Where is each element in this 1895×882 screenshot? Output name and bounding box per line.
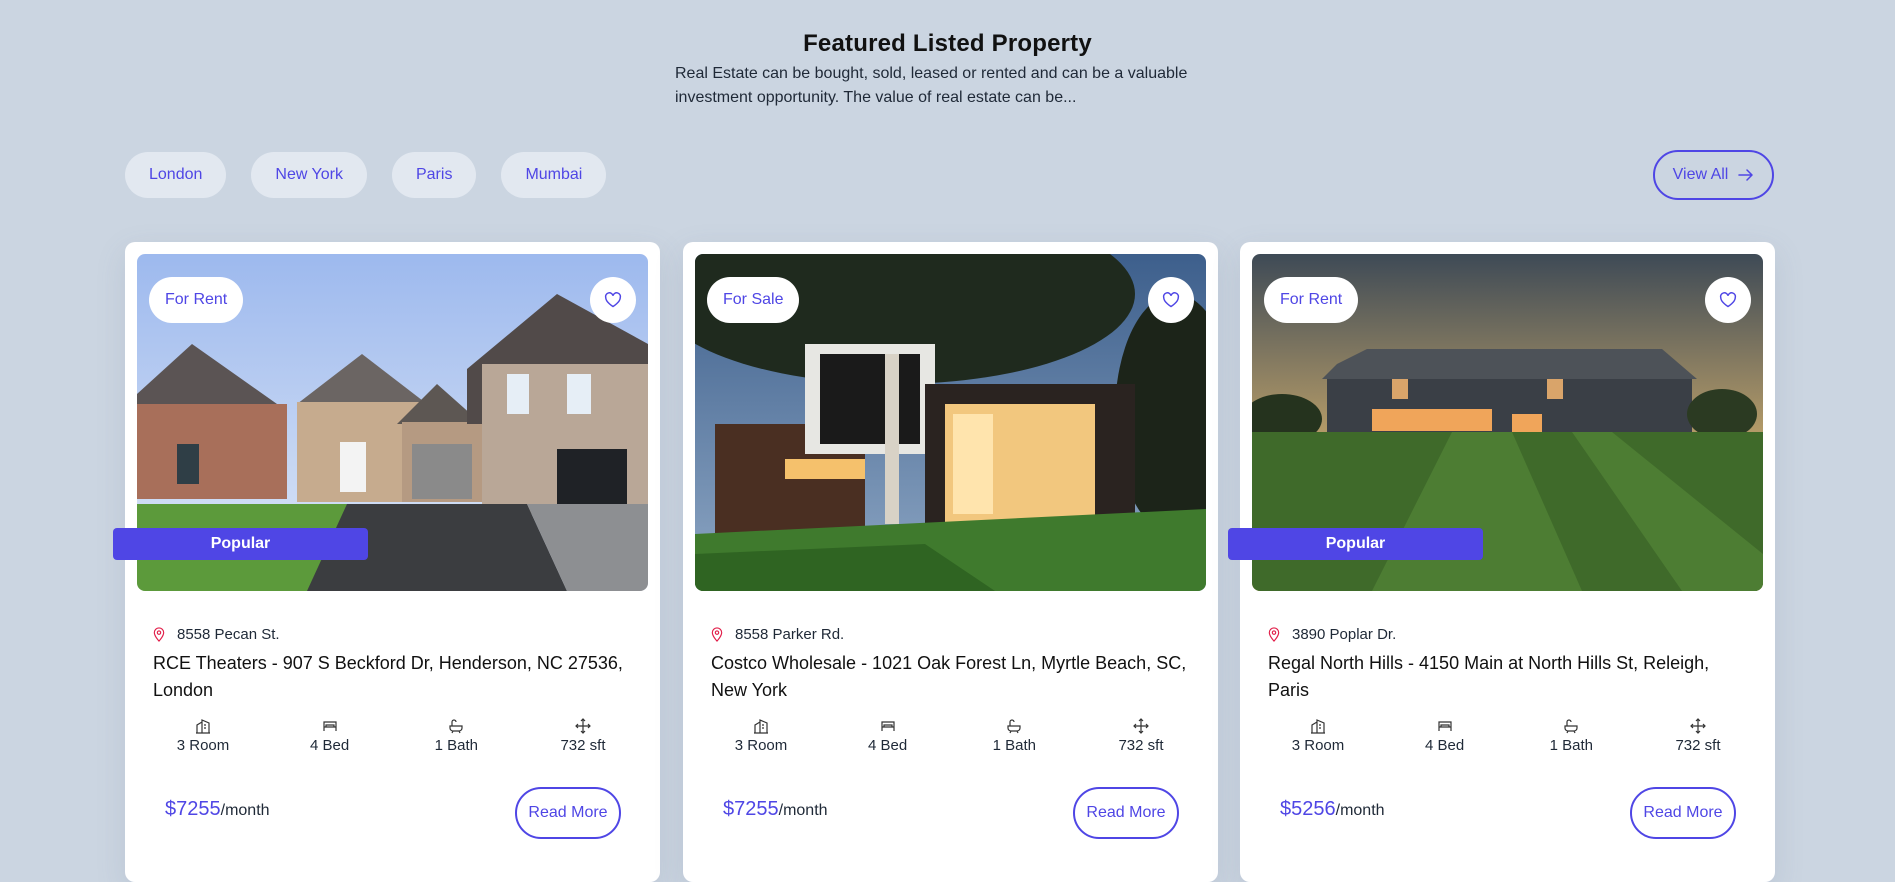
- property-card[interactable]: For Rent Popular 8558 Pecan St. RCE Thea…: [113, 242, 660, 882]
- spec-rooms: 3 Room: [157, 718, 249, 754]
- read-more-button[interactable]: Read More: [1630, 787, 1736, 839]
- map-pin-icon: [1268, 627, 1280, 642]
- map-pin-icon: [153, 627, 165, 642]
- price-amount: $5256: [1280, 798, 1336, 820]
- address-text: 8558 Pecan St.: [177, 626, 280, 643]
- property-price: $7255/month: [723, 798, 828, 821]
- area-text: 732 sft: [560, 737, 606, 754]
- address-text: 8558 Parker Rd.: [735, 626, 845, 643]
- status-tag: For Rent: [149, 277, 244, 323]
- filter-london[interactable]: London: [125, 152, 227, 198]
- bed-icon: [323, 721, 337, 731]
- property-specs: 3 Room 4 Bed 1 Bath 732 sft: [157, 718, 629, 754]
- section-subtitle: Real Estate can be bought, sold, leased …: [675, 65, 1188, 106]
- filter-new-york[interactable]: New York: [251, 152, 367, 198]
- rooms-text: 3 Room: [734, 737, 788, 754]
- move-arrows-icon: [1133, 718, 1149, 734]
- property-specs: 3 Room 4 Bed 1 Bath 732 sft: [715, 718, 1187, 754]
- view-all-button[interactable]: View All: [1653, 150, 1774, 200]
- spec-baths: 1 Bath: [410, 718, 502, 754]
- spec-beds: 4 Bed: [1399, 718, 1491, 754]
- read-more-button[interactable]: Read More: [1073, 787, 1179, 839]
- section-title: Featured Listed Property: [803, 30, 1092, 57]
- map-pin-icon: [711, 627, 723, 642]
- spec-beds: 4 Bed: [284, 718, 376, 754]
- bed-icon: [1438, 721, 1452, 731]
- favorite-button[interactable]: [1148, 277, 1194, 323]
- filter-paris[interactable]: Paris: [391, 152, 477, 198]
- building-icon: [196, 719, 210, 734]
- bed-icon: [881, 721, 895, 731]
- spec-area: 732 sft: [1652, 718, 1744, 754]
- arrow-right-icon: [1738, 169, 1754, 181]
- status-tag: For Sale: [707, 277, 800, 323]
- bathtub-icon: [1564, 719, 1578, 734]
- bathtub-icon: [1007, 719, 1021, 734]
- spec-beds: 4 Bed: [842, 718, 934, 754]
- property-address: 8558 Parker Rd.: [711, 626, 844, 643]
- area-text: 732 sft: [1675, 737, 1721, 754]
- heart-icon: [1719, 292, 1737, 308]
- property-card[interactable]: For Sale 8558 Parker Rd. Costco Wholesal…: [683, 242, 1218, 882]
- filter-mumbai[interactable]: Mumbai: [501, 152, 607, 198]
- city-filters: London New York Paris Mumbai: [125, 152, 607, 198]
- property-address: 8558 Pecan St.: [153, 626, 280, 643]
- spec-rooms: 3 Room: [715, 718, 807, 754]
- bathtub-icon: [449, 719, 463, 734]
- baths-text: 1 Bath: [434, 737, 478, 754]
- price-period: /month: [220, 802, 270, 819]
- section-header: Featured Listed Property Real Estate can…: [0, 30, 1895, 106]
- property-specs: 3 Room 4 Bed 1 Bath 732 sft: [1272, 718, 1744, 754]
- heart-icon: [1162, 292, 1180, 308]
- read-more-button[interactable]: Read More: [515, 787, 621, 839]
- beds-text: 4 Bed: [868, 737, 908, 754]
- beds-text: 4 Bed: [1425, 737, 1465, 754]
- popular-badge: Popular: [113, 528, 368, 560]
- move-arrows-icon: [1690, 718, 1706, 734]
- price-period: /month: [778, 802, 828, 819]
- spec-baths: 1 Bath: [1525, 718, 1617, 754]
- baths-text: 1 Bath: [1549, 737, 1593, 754]
- property-card[interactable]: For Rent Popular 3890 Poplar Dr. Regal N…: [1228, 242, 1775, 882]
- address-text: 3890 Poplar Dr.: [1292, 626, 1397, 643]
- spec-area: 732 sft: [1095, 718, 1187, 754]
- beds-text: 4 Bed: [310, 737, 350, 754]
- price-amount: $7255: [165, 798, 221, 820]
- move-arrows-icon: [575, 718, 591, 734]
- spec-rooms: 3 Room: [1272, 718, 1364, 754]
- rooms-text: 3 Room: [1291, 737, 1345, 754]
- property-name[interactable]: Regal North Hills - 4150 Main at North H…: [1268, 650, 1748, 704]
- status-tag: For Rent: [1264, 277, 1359, 323]
- popular-badge: Popular: [1228, 528, 1483, 560]
- spec-baths: 1 Bath: [968, 718, 1060, 754]
- heart-icon: [604, 292, 622, 308]
- price-amount: $7255: [723, 798, 779, 820]
- building-icon: [754, 719, 768, 734]
- spec-area: 732 sft: [537, 718, 629, 754]
- baths-text: 1 Bath: [992, 737, 1036, 754]
- property-price: $7255/month: [165, 798, 270, 821]
- favorite-button[interactable]: [1705, 277, 1751, 323]
- rooms-text: 3 Room: [176, 737, 230, 754]
- property-name[interactable]: RCE Theaters - 907 S Beckford Dr, Hender…: [153, 650, 633, 704]
- favorite-button[interactable]: [590, 277, 636, 323]
- price-period: /month: [1335, 802, 1385, 819]
- view-all-label: View All: [1672, 166, 1729, 183]
- building-icon: [1311, 719, 1325, 734]
- property-name[interactable]: Costco Wholesale - 1021 Oak Forest Ln, M…: [711, 650, 1191, 704]
- property-price: $5256/month: [1280, 798, 1385, 821]
- area-text: 732 sft: [1118, 737, 1164, 754]
- property-address: 3890 Poplar Dr.: [1268, 626, 1396, 643]
